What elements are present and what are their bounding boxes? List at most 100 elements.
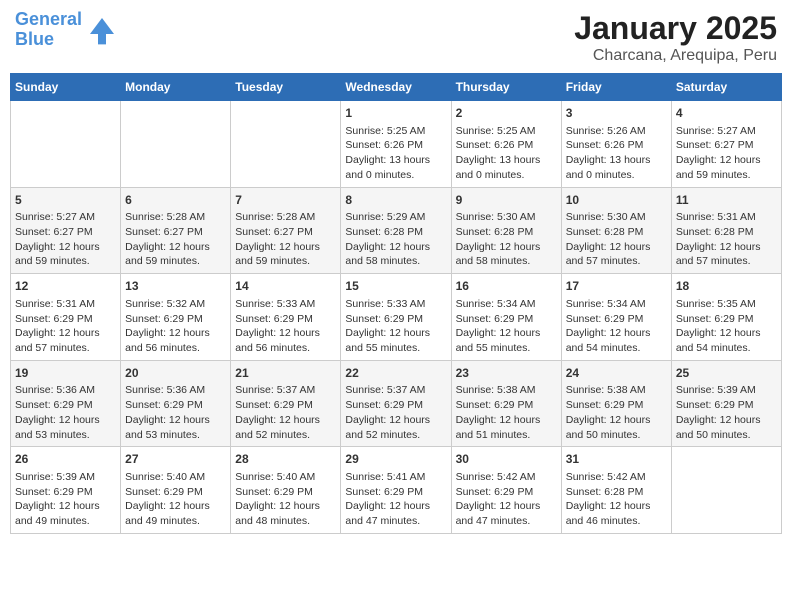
day-info: Sunrise: 5:34 AM Sunset: 6:29 PM Dayligh… bbox=[566, 297, 667, 356]
day-number: 12 bbox=[15, 278, 116, 295]
day-info: Sunrise: 5:33 AM Sunset: 6:29 PM Dayligh… bbox=[235, 297, 336, 356]
day-info: Sunrise: 5:31 AM Sunset: 6:28 PM Dayligh… bbox=[676, 210, 777, 269]
day-info: Sunrise: 5:31 AM Sunset: 6:29 PM Dayligh… bbox=[15, 297, 116, 356]
day-info: Sunrise: 5:37 AM Sunset: 6:29 PM Dayligh… bbox=[345, 383, 446, 442]
calendar-cell: 6Sunrise: 5:28 AM Sunset: 6:27 PM Daylig… bbox=[121, 187, 231, 274]
week-row-3: 12 Sunrise: 5:31 AM Sunset: 6:29 PM Dayli… bbox=[11, 274, 782, 361]
calendar-title: January 2025 bbox=[574, 10, 777, 47]
day-info: Sunrise: 5:37 AM Sunset: 6:29 PM Dayligh… bbox=[235, 383, 336, 442]
day-info: Sunrise: 5:25 AM Sunset: 6:26 PM Dayligh… bbox=[456, 124, 557, 183]
day-number: 22 bbox=[345, 365, 446, 382]
calendar-cell: 3 Sunrise: 5:26 AM Sunset: 6:26 PM Daylig… bbox=[561, 101, 671, 188]
day-number: 18 bbox=[676, 278, 777, 295]
calendar-cell: 8Sunrise: 5:29 AM Sunset: 6:28 PM Daylig… bbox=[341, 187, 451, 274]
calendar-cell: 17 Sunrise: 5:34 AM Sunset: 6:29 PM Dayli… bbox=[561, 274, 671, 361]
day-info: Sunrise: 5:42 AM Sunset: 6:28 PM Dayligh… bbox=[566, 470, 667, 529]
day-info: Sunrise: 5:38 AM Sunset: 6:29 PM Dayligh… bbox=[456, 383, 557, 442]
day-number: 14 bbox=[235, 278, 336, 295]
day-info: Sunrise: 5:34 AM Sunset: 6:29 PM Dayligh… bbox=[456, 297, 557, 356]
day-number: 10 bbox=[566, 192, 667, 209]
calendar-cell: 1Sunrise: 5:25 AM Sunset: 6:26 PM Daylig… bbox=[341, 101, 451, 188]
day-number: 11 bbox=[676, 192, 777, 209]
calendar-cell: 9Sunrise: 5:30 AM Sunset: 6:28 PM Daylig… bbox=[451, 187, 561, 274]
days-header-row: SundayMondayTuesdayWednesdayThursdayFrid… bbox=[11, 74, 782, 101]
day-info: Sunrise: 5:29 AM Sunset: 6:28 PM Dayligh… bbox=[345, 210, 446, 269]
calendar-cell: 2 Sunrise: 5:25 AM Sunset: 6:26 PM Daylig… bbox=[451, 101, 561, 188]
calendar-cell: 31 Sunrise: 5:42 AM Sunset: 6:28 PM Dayli… bbox=[561, 447, 671, 534]
week-row-1: 1Sunrise: 5:25 AM Sunset: 6:26 PM Daylig… bbox=[11, 101, 782, 188]
day-info: Sunrise: 5:40 AM Sunset: 6:29 PM Dayligh… bbox=[125, 470, 226, 529]
calendar-cell: 14 Sunrise: 5:33 AM Sunset: 6:29 PM Dayli… bbox=[231, 274, 341, 361]
calendar-cell: 11Sunrise: 5:31 AM Sunset: 6:28 PM Dayli… bbox=[671, 187, 781, 274]
day-number: 21 bbox=[235, 365, 336, 382]
logo-text: General Blue bbox=[15, 10, 82, 50]
calendar-header: SundayMondayTuesdayWednesdayThursdayFrid… bbox=[11, 74, 782, 101]
day-number: 7 bbox=[235, 192, 336, 209]
calendar-body: 1Sunrise: 5:25 AM Sunset: 6:26 PM Daylig… bbox=[11, 101, 782, 534]
day-info: Sunrise: 5:30 AM Sunset: 6:28 PM Dayligh… bbox=[566, 210, 667, 269]
day-number: 8 bbox=[345, 192, 446, 209]
day-info: Sunrise: 5:40 AM Sunset: 6:29 PM Dayligh… bbox=[235, 470, 336, 529]
calendar-cell: 20Sunrise: 5:36 AM Sunset: 6:29 PM Dayli… bbox=[121, 360, 231, 447]
day-number: 29 bbox=[345, 451, 446, 468]
calendar-cell: 5Sunrise: 5:27 AM Sunset: 6:27 PM Daylig… bbox=[11, 187, 121, 274]
calendar-cell: 4 Sunrise: 5:27 AM Sunset: 6:27 PM Daylig… bbox=[671, 101, 781, 188]
day-info: Sunrise: 5:36 AM Sunset: 6:29 PM Dayligh… bbox=[125, 383, 226, 442]
day-number: 3 bbox=[566, 105, 667, 122]
day-number: 17 bbox=[566, 278, 667, 295]
page-header: General Blue January 2025 Charcana, Areq… bbox=[10, 10, 782, 65]
day-info: Sunrise: 5:25 AM Sunset: 6:26 PM Dayligh… bbox=[345, 124, 446, 183]
calendar-cell: 13Sunrise: 5:32 AM Sunset: 6:29 PM Dayli… bbox=[121, 274, 231, 361]
day-info: Sunrise: 5:27 AM Sunset: 6:27 PM Dayligh… bbox=[15, 210, 116, 269]
day-header-saturday: Saturday bbox=[671, 74, 781, 101]
calendar-cell: 27Sunrise: 5:40 AM Sunset: 6:29 PM Dayli… bbox=[121, 447, 231, 534]
calendar-cell: 25Sunrise: 5:39 AM Sunset: 6:29 PM Dayli… bbox=[671, 360, 781, 447]
day-info: Sunrise: 5:41 AM Sunset: 6:29 PM Dayligh… bbox=[345, 470, 446, 529]
calendar-cell: 15Sunrise: 5:33 AM Sunset: 6:29 PM Dayli… bbox=[341, 274, 451, 361]
day-info: Sunrise: 5:28 AM Sunset: 6:27 PM Dayligh… bbox=[235, 210, 336, 269]
calendar-cell bbox=[121, 101, 231, 188]
day-info: Sunrise: 5:26 AM Sunset: 6:26 PM Dayligh… bbox=[566, 124, 667, 183]
logo: General Blue bbox=[15, 10, 118, 50]
day-info: Sunrise: 5:39 AM Sunset: 6:29 PM Dayligh… bbox=[676, 383, 777, 442]
logo-icon bbox=[86, 14, 118, 46]
day-number: 31 bbox=[566, 451, 667, 468]
calendar-cell bbox=[671, 447, 781, 534]
week-row-4: 19 Sunrise: 5:36 AM Sunset: 6:29 PM Dayli… bbox=[11, 360, 782, 447]
calendar-cell: 19Sunrise: 5:36 AM Sunset: 6:29 PM Dayli… bbox=[11, 360, 121, 447]
title-block: January 2025 Charcana, Arequipa, Peru bbox=[574, 10, 777, 65]
day-number: 20 bbox=[125, 365, 226, 382]
week-row-2: 5Sunrise: 5:27 AM Sunset: 6:27 PM Daylig… bbox=[11, 187, 782, 274]
day-info: Sunrise: 5:32 AM Sunset: 6:29 PM Dayligh… bbox=[125, 297, 226, 356]
day-header-tuesday: Tuesday bbox=[231, 74, 341, 101]
day-number: 9 bbox=[456, 192, 557, 209]
day-number: 26 bbox=[15, 451, 116, 468]
day-number: 5 bbox=[15, 192, 116, 209]
day-info: Sunrise: 5:38 AM Sunset: 6:29 PM Dayligh… bbox=[566, 383, 667, 442]
day-number: 28 bbox=[235, 451, 336, 468]
calendar-cell: 7Sunrise: 5:28 AM Sunset: 6:27 PM Daylig… bbox=[231, 187, 341, 274]
calendar-cell: 23Sunrise: 5:38 AM Sunset: 6:29 PM Dayli… bbox=[451, 360, 561, 447]
calendar-cell: 28 Sunrise: 5:40 AM Sunset: 6:29 PM Dayli… bbox=[231, 447, 341, 534]
calendar-cell bbox=[231, 101, 341, 188]
day-info: Sunrise: 5:28 AM Sunset: 6:27 PM Dayligh… bbox=[125, 210, 226, 269]
day-info: Sunrise: 5:27 AM Sunset: 6:27 PM Dayligh… bbox=[676, 124, 777, 183]
day-header-sunday: Sunday bbox=[11, 74, 121, 101]
day-number: 2 bbox=[456, 105, 557, 122]
calendar-cell: 21Sunrise: 5:37 AM Sunset: 6:29 PM Dayli… bbox=[231, 360, 341, 447]
week-row-5: 26 Sunrise: 5:39 AM Sunset: 6:29 PM Dayli… bbox=[11, 447, 782, 534]
calendar-subtitle: Charcana, Arequipa, Peru bbox=[574, 47, 777, 65]
day-number: 24 bbox=[566, 365, 667, 382]
day-number: 15 bbox=[345, 278, 446, 295]
day-info: Sunrise: 5:30 AM Sunset: 6:28 PM Dayligh… bbox=[456, 210, 557, 269]
day-number: 19 bbox=[15, 365, 116, 382]
calendar-cell: 10Sunrise: 5:30 AM Sunset: 6:28 PM Dayli… bbox=[561, 187, 671, 274]
day-info: Sunrise: 5:39 AM Sunset: 6:29 PM Dayligh… bbox=[15, 470, 116, 529]
calendar-cell: 29 Sunrise: 5:41 AM Sunset: 6:29 PM Dayli… bbox=[341, 447, 451, 534]
day-info: Sunrise: 5:42 AM Sunset: 6:29 PM Dayligh… bbox=[456, 470, 557, 529]
day-number: 4 bbox=[676, 105, 777, 122]
calendar-cell: 18Sunrise: 5:35 AM Sunset: 6:29 PM Dayli… bbox=[671, 274, 781, 361]
day-number: 16 bbox=[456, 278, 557, 295]
day-number: 30 bbox=[456, 451, 557, 468]
day-header-friday: Friday bbox=[561, 74, 671, 101]
